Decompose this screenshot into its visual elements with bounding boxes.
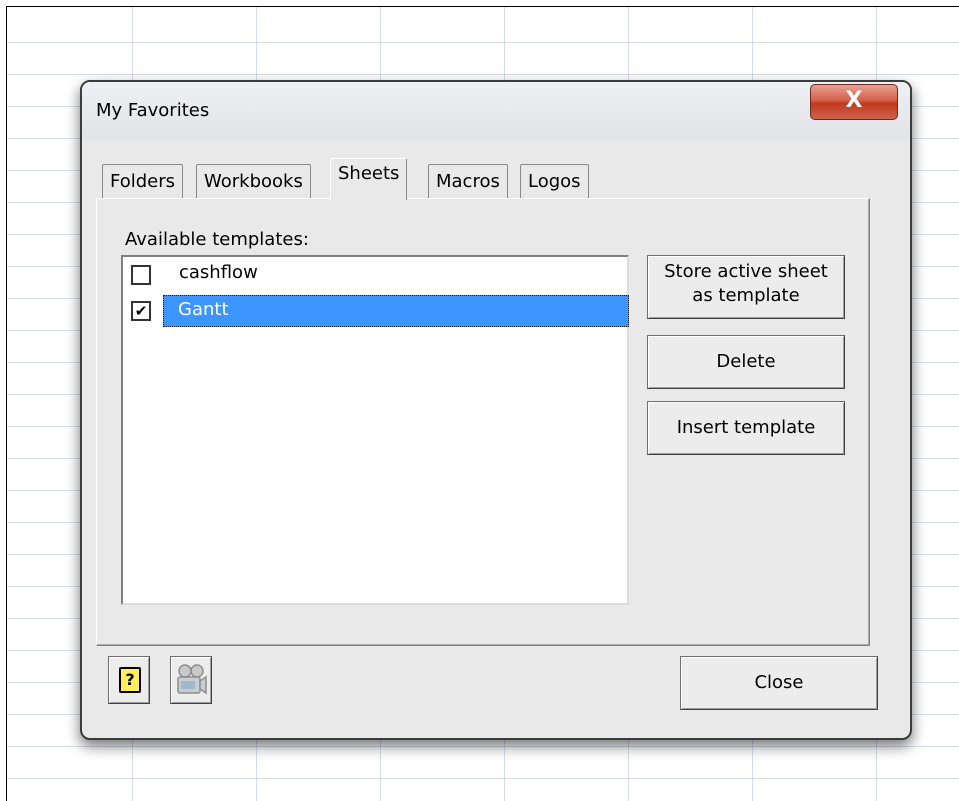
list-item-label: cashflow [179,262,258,283]
video-button[interactable] [170,656,212,704]
selected-row-highlight: Gantt [163,295,629,327]
delete-button[interactable]: Delete [647,335,845,389]
sheets-tab-panel: Available templates: cashflow ✔ Gantt St… [96,198,870,646]
tab-logos[interactable]: Logos [520,164,589,198]
tab-sheets[interactable]: Sheets [330,158,408,200]
insert-template-button[interactable]: Insert template [647,401,845,455]
tab-folders[interactable]: Folders [102,164,184,198]
checkmark-icon: ✔ [134,302,148,320]
help-icon: ? [119,667,141,693]
store-button-line1: Store active sheet [664,261,828,282]
list-item-cashflow[interactable]: cashflow [123,259,629,291]
dialog-title: My Favorites [96,100,210,121]
help-button[interactable]: ? [108,656,150,704]
store-active-sheet-button[interactable]: Store active sheet as template [647,255,845,319]
close-button[interactable]: Close [680,656,878,710]
gantt-checkbox[interactable]: ✔ [131,301,151,321]
store-button-line2: as template [692,285,800,306]
title-bar: My Favorites X [82,82,910,140]
tab-macros[interactable]: Macros [428,164,508,198]
available-templates-label: Available templates: [125,229,309,250]
cashflow-checkbox[interactable] [131,265,151,285]
close-icon: X [845,88,863,113]
window-close-button[interactable]: X [810,84,898,120]
tab-workbooks[interactable]: Workbooks [196,164,311,198]
video-camera-icon [177,664,207,695]
my-favorites-dialog: My Favorites X Folders Workbooks Sheets … [80,80,912,740]
list-item-gantt[interactable]: ✔ Gantt [123,295,629,327]
list-item-label: Gantt [178,299,229,320]
templates-listbox[interactable]: cashflow ✔ Gantt [121,255,629,605]
